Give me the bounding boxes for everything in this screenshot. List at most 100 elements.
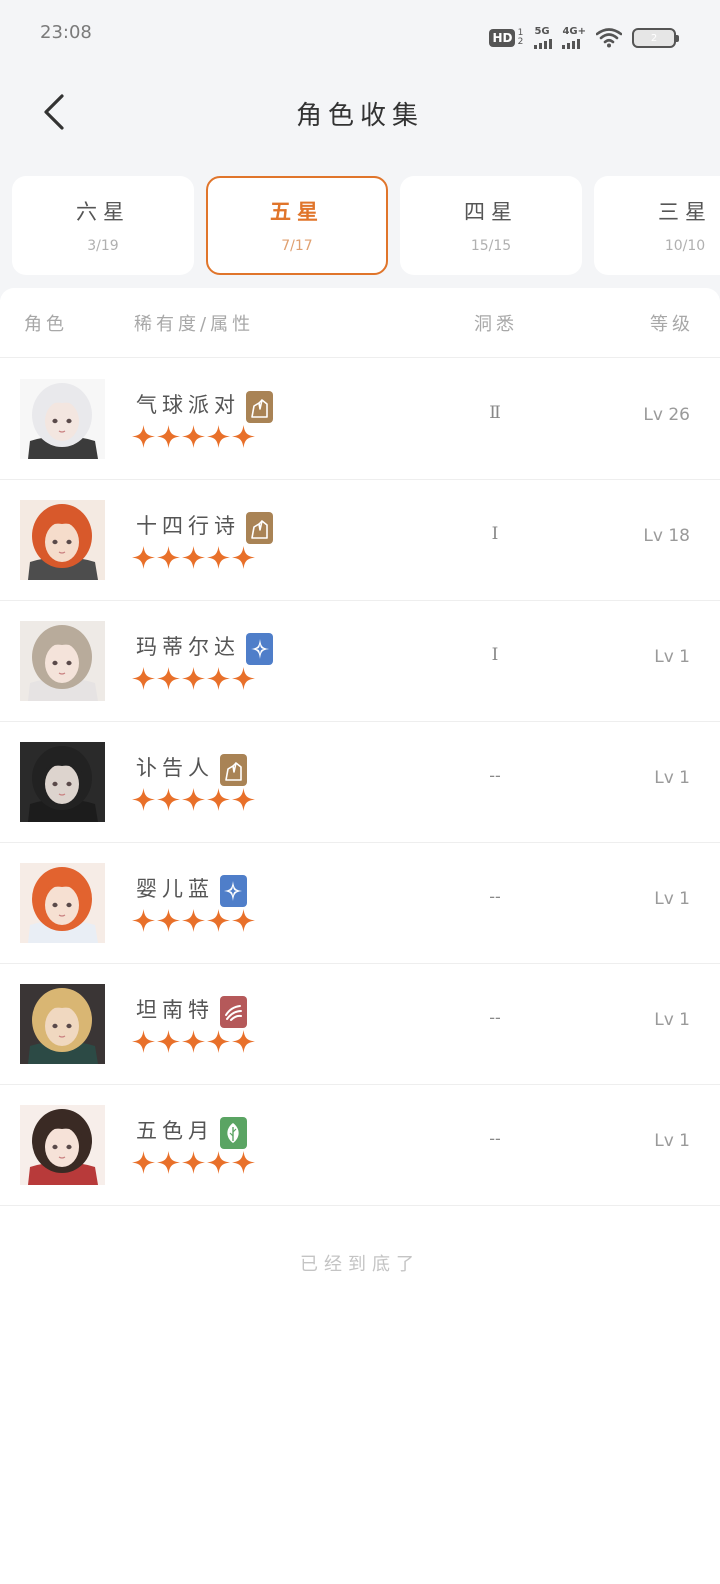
rock-icon <box>219 754 247 786</box>
header-insight: 洞悉 <box>474 314 518 335</box>
star-icon <box>182 1151 205 1174</box>
rarity-stars <box>132 546 255 569</box>
star-icon <box>182 667 205 690</box>
header-rarity-attr: 稀有度/属性 <box>134 314 255 335</box>
tab-four-star[interactable]: 四星 15/15 <box>400 176 582 275</box>
table-row[interactable]: 十四行诗 Ⅰ Lv 18 <box>0 480 720 601</box>
tab-label: 四星 <box>464 200 518 224</box>
star-icon <box>157 1151 180 1174</box>
page-title: 角色收集 <box>295 101 424 131</box>
insight-value: -- <box>489 1008 501 1028</box>
status-bar: 23:08 HD 1 2 5G 4G+ 2 <box>0 0 720 70</box>
star-icon <box>132 546 155 569</box>
tab-five-star[interactable]: 五星 7/17 <box>206 176 388 275</box>
star-icon <box>207 909 230 932</box>
star-icon <box>157 1030 180 1053</box>
rarity-tabs: 六星 3/19 五星 7/17 四星 15/15 三星 10/10 <box>12 176 720 275</box>
beast-icon <box>219 996 247 1028</box>
table-row[interactable]: 五色月 -- Lv 1 <box>0 1085 720 1206</box>
insight-value: Ⅰ <box>491 645 499 665</box>
table-row[interactable]: 讣告人 -- Lv 1 <box>0 722 720 843</box>
star-icon <box>157 667 180 690</box>
wifi-icon <box>596 28 622 48</box>
insight-value: -- <box>489 887 501 907</box>
status-time: 23:08 <box>40 22 92 43</box>
rarity-stars <box>132 909 255 932</box>
insight-value: -- <box>489 766 501 786</box>
character-name: 五色月 <box>136 1119 214 1143</box>
table-row[interactable]: 婴儿蓝 -- Lv 1 <box>0 843 720 964</box>
header-level: 等级 <box>650 314 694 335</box>
star-icon <box>232 788 255 811</box>
rarity-stars <box>132 788 255 811</box>
character-name: 坦南特 <box>136 998 214 1022</box>
character-name: 十四行诗 <box>136 514 240 538</box>
star-icon <box>219 875 247 907</box>
level-value: Lv 1 <box>654 1131 690 1151</box>
plant-icon <box>219 1117 247 1149</box>
tab-label: 三星 <box>658 200 712 224</box>
tab-label: 六星 <box>76 200 130 224</box>
star-icon <box>132 667 155 690</box>
star-icon <box>207 546 230 569</box>
insight-value: Ⅰ <box>491 524 499 544</box>
tab-three-star[interactable]: 三星 10/10 <box>594 176 720 275</box>
insight-value: -- <box>489 1129 501 1149</box>
level-value: Lv 1 <box>654 647 690 667</box>
header-character: 角色 <box>24 314 68 335</box>
character-avatar <box>20 863 105 943</box>
rarity-stars <box>132 425 255 448</box>
tab-label: 五星 <box>270 200 324 224</box>
star-icon <box>132 425 155 448</box>
end-of-list-text: 已经到底了 <box>300 1254 420 1275</box>
character-list: 角色 稀有度/属性 洞悉 等级 气球派对 Ⅱ Lv 26 十四行诗 Ⅰ Lv 18 玛蒂尔达… <box>0 288 720 1584</box>
character-name: 讣告人 <box>136 756 214 780</box>
character-avatar <box>20 621 105 701</box>
rarity-stars <box>132 1030 255 1053</box>
hd-icon: HD 1 2 <box>489 29 524 47</box>
star-icon <box>132 1151 155 1174</box>
star-icon <box>182 546 205 569</box>
table-row[interactable]: 玛蒂尔达 Ⅰ Lv 1 <box>0 601 720 722</box>
signal-4g-icon: 4G+ <box>562 27 586 49</box>
character-name: 气球派对 <box>136 393 240 417</box>
star-icon <box>232 667 255 690</box>
battery-icon: 2 <box>632 28 679 48</box>
tab-count: 7/17 <box>281 238 313 254</box>
signal-4g-label: 4G+ <box>562 26 586 37</box>
star-icon <box>157 546 180 569</box>
signal-5g-label: 5G <box>534 26 550 37</box>
rock-icon <box>246 512 273 544</box>
star-icon <box>182 909 205 932</box>
star-icon <box>132 909 155 932</box>
star-icon <box>207 788 230 811</box>
character-avatar <box>20 379 105 459</box>
star-icon <box>207 1151 230 1174</box>
star-icon <box>232 909 255 932</box>
star-icon <box>182 788 205 811</box>
insight-value: Ⅱ <box>489 403 501 423</box>
star-icon <box>182 425 205 448</box>
hd-sub-label: 1 2 <box>517 28 524 47</box>
star-icon <box>207 1030 230 1053</box>
signal-5g-icon: 5G <box>534 26 553 49</box>
level-value: Lv 1 <box>654 768 690 788</box>
star-icon <box>132 788 155 811</box>
star-icon <box>182 1030 205 1053</box>
rarity-stars <box>132 1151 255 1174</box>
character-name: 玛蒂尔达 <box>136 635 240 659</box>
table-header: 角色 稀有度/属性 洞悉 等级 <box>0 288 720 358</box>
rarity-stars <box>132 667 255 690</box>
hd-label: HD <box>489 29 516 47</box>
tab-six-star[interactable]: 六星 3/19 <box>12 176 194 275</box>
star-icon <box>157 909 180 932</box>
character-avatar <box>20 742 105 822</box>
table-row[interactable]: 气球派对 Ⅱ Lv 26 <box>0 359 720 480</box>
star-icon <box>157 425 180 448</box>
character-avatar <box>20 500 105 580</box>
star-icon <box>207 425 230 448</box>
table-row[interactable]: 坦南特 -- Lv 1 <box>0 964 720 1085</box>
star-icon <box>232 425 255 448</box>
level-value: Lv 1 <box>654 1010 690 1030</box>
level-value: Lv 18 <box>643 526 690 546</box>
